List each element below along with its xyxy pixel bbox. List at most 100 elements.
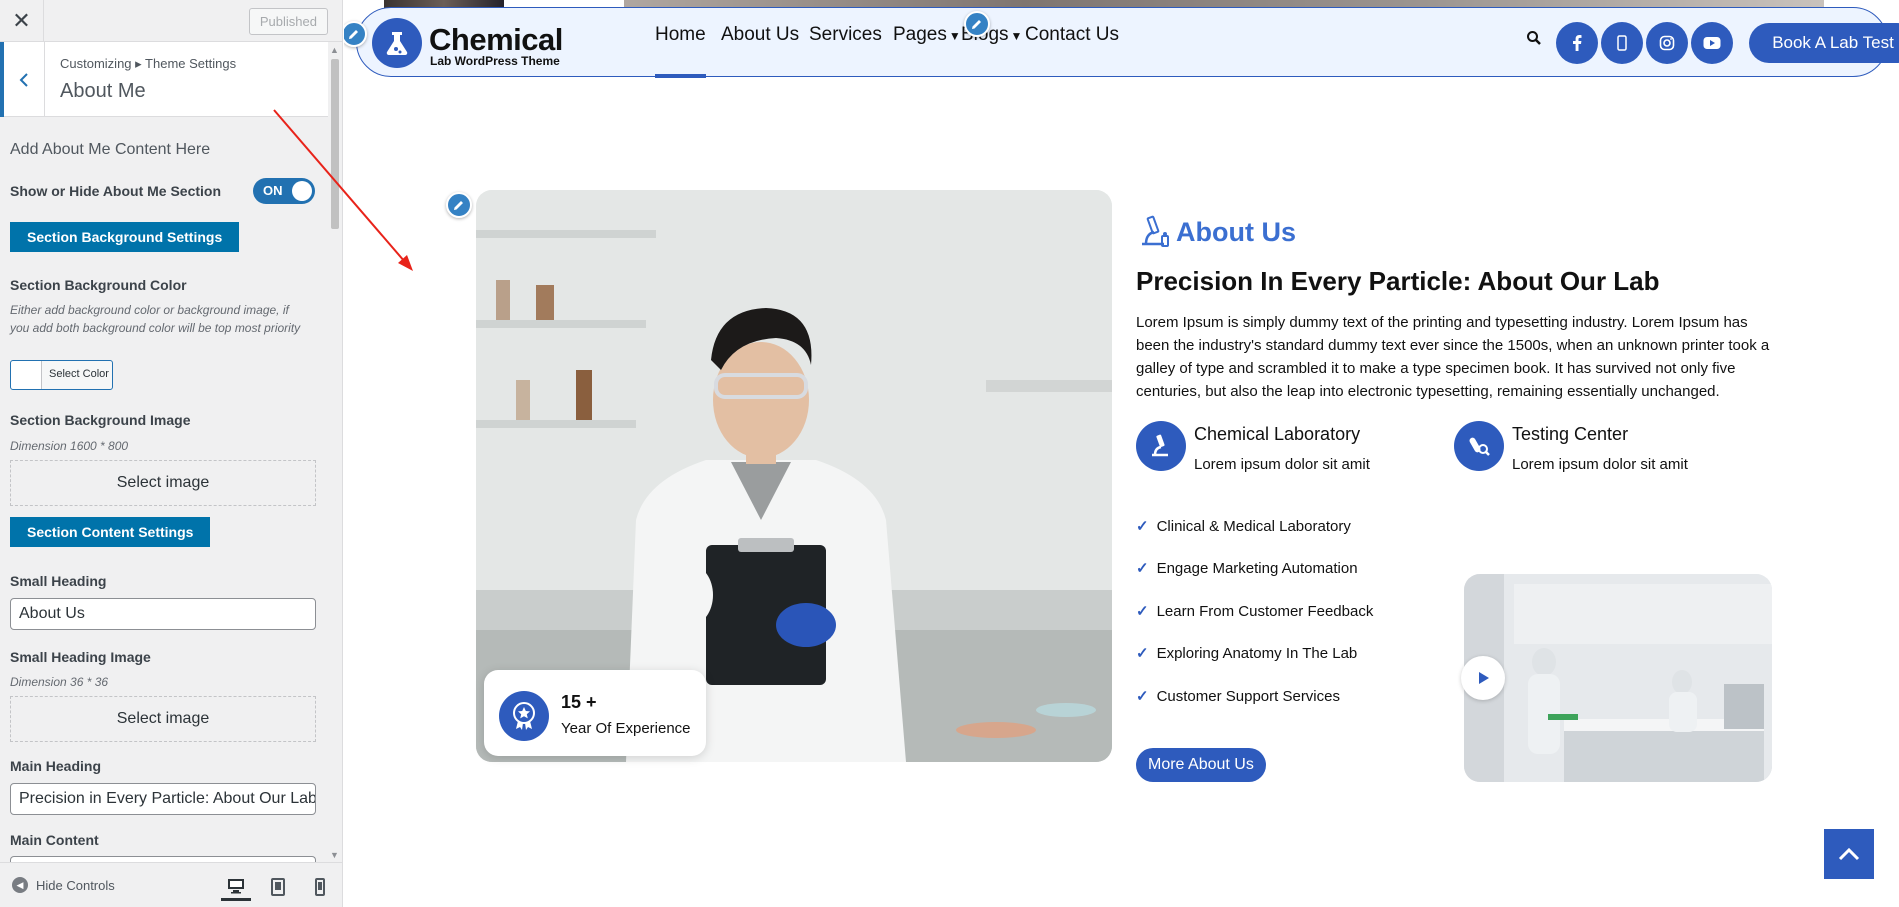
phone-button[interactable]	[1601, 22, 1643, 64]
video-thumbnail[interactable]	[1464, 574, 1772, 782]
chevron-down-icon: ▼	[948, 29, 961, 43]
checklist-text: Customer Support Services	[1156, 687, 1340, 705]
about-small-heading: About Us	[1136, 214, 1296, 250]
play-icon	[1479, 672, 1489, 684]
youtube-icon	[1703, 37, 1721, 49]
sidebar-scrollbar[interactable]: ▲ ▼	[329, 45, 341, 860]
bg-color-label: Section Background Color	[10, 277, 187, 293]
nav-services[interactable]: Services	[809, 8, 882, 78]
small-heading-image-label: Small Heading Image	[10, 649, 151, 665]
bg-settings-button[interactable]: Section Background Settings	[10, 222, 240, 252]
mobile-icon	[1617, 35, 1627, 51]
scrollbar-thumb[interactable]	[331, 59, 339, 229]
nav-services-label: Services	[809, 24, 882, 45]
hide-controls-label: Hide Controls	[36, 877, 115, 893]
feature-title: Chemical Laboratory	[1194, 424, 1361, 444]
instagram-icon	[1659, 35, 1675, 51]
more-about-button[interactable]: More About Us	[1136, 748, 1266, 782]
toggle-knob	[292, 181, 312, 201]
customizer-header: ✕ Published	[0, 0, 342, 42]
hide-controls-button[interactable]: ◀ Hide Controls	[12, 877, 115, 893]
nav-pages[interactable]: Pages ▼	[893, 8, 961, 78]
nav-contact-label: Contact Us	[1025, 24, 1119, 45]
checklist-text: Learn From Customer Feedback	[1156, 602, 1374, 620]
small-heading-text: About Us	[1176, 216, 1296, 247]
main-content-label: Main Content	[10, 832, 99, 848]
checklist-text: Clinical & Medical Laboratory	[1156, 517, 1351, 535]
logo-mark[interactable]	[372, 18, 422, 68]
youtube-button[interactable]	[1691, 22, 1733, 64]
experience-label: Year Of Experience	[561, 720, 691, 737]
content-settings-button[interactable]: Section Content Settings	[10, 517, 211, 547]
show-hide-label: Show or Hide About Me Section	[10, 183, 222, 199]
small-heading-label: Small Heading	[10, 573, 107, 589]
feature-desc: Lorem ipsum dolor sit amit	[1512, 456, 1688, 473]
nav-contact[interactable]: Contact Us	[1025, 8, 1119, 78]
scroll-to-top-button[interactable]	[1824, 829, 1874, 879]
check-icon: ✓	[1136, 603, 1149, 620]
edit-about-shortcut[interactable]	[446, 192, 472, 218]
about-main-heading: Precision In Every Particle: About Our L…	[1136, 266, 1660, 296]
close-icon: ✕	[12, 8, 31, 33]
panel-header: Customizing ▸ Theme Settings About Me	[0, 42, 328, 117]
chevron-up-icon	[1838, 847, 1860, 861]
collapse-icon: ◀	[12, 877, 28, 893]
award-badge	[499, 691, 549, 741]
bg-image-dimension: Dimension 1600 * 800	[10, 439, 129, 453]
scroll-down-icon[interactable]: ▼	[330, 850, 339, 860]
breadcrumb: Customizing ▸ Theme Settings	[60, 56, 237, 71]
checklist-text: Exploring Anatomy In The Lab	[1156, 644, 1358, 662]
logo-tagline: Lab WordPress Theme	[430, 54, 560, 68]
nav-about-label: About Us	[721, 24, 800, 45]
about-paragraph: Lorem Ipsum is simply dummy text of the …	[1136, 314, 1770, 400]
check-icon: ✓	[1136, 518, 1149, 535]
device-desktop-button[interactable]	[221, 873, 251, 901]
back-button[interactable]	[0, 42, 45, 117]
facebook-icon	[1573, 35, 1582, 51]
instagram-button[interactable]	[1646, 22, 1688, 64]
publish-button[interactable]: Published	[248, 8, 328, 35]
experience-number: 15 +	[561, 692, 597, 712]
edit-menu-shortcut[interactable]	[964, 11, 990, 37]
checklist-item: ✓ Engage Marketing Automation	[1136, 559, 1358, 578]
feature-icon-badge	[1454, 421, 1504, 471]
feature-icon-badge	[1136, 421, 1186, 471]
check-icon: ✓	[1136, 645, 1149, 662]
search-icon	[1527, 31, 1541, 45]
chevron-left-icon	[19, 72, 28, 87]
close-customizer-button[interactable]: ✕	[0, 0, 44, 42]
microscope-icon	[1152, 434, 1168, 457]
site-preview: Chemical Lab WordPress Theme Home About …	[344, 0, 1899, 907]
play-video-button[interactable]	[1461, 656, 1505, 700]
device-mobile-button[interactable]	[305, 873, 335, 901]
site-header: Chemical Lab WordPress Theme Home About …	[356, 7, 1899, 78]
checklist-item: ✓ Clinical & Medical Laboratory	[1136, 517, 1351, 536]
bg-image-label: Section Background Image	[10, 412, 191, 428]
flask-icon	[386, 32, 408, 56]
logo-name[interactable]: Chemical	[429, 22, 563, 58]
nav-pages-label: Pages	[893, 24, 947, 45]
scroll-up-icon[interactable]: ▲	[330, 45, 339, 55]
select-color-button[interactable]: Select Color	[10, 360, 113, 390]
checklist-item: ✓ Learn From Customer Feedback	[1136, 602, 1374, 621]
customizer-footer: ◀ Hide Controls	[0, 862, 342, 907]
main-heading-label: Main Heading	[10, 758, 102, 774]
select-bg-image-button[interactable]: Select image	[10, 460, 316, 506]
facebook-button[interactable]	[1556, 22, 1598, 64]
select-heading-image-button[interactable]: Select image	[10, 696, 316, 742]
small-heading-image-dimension: Dimension 36 * 36	[10, 675, 109, 689]
mobile-icon	[315, 878, 325, 896]
main-heading-input[interactable]: Precision in Every Particle: About Our L…	[10, 783, 316, 815]
color-swatch	[11, 361, 42, 389]
device-tablet-button[interactable]	[263, 873, 293, 901]
search-button[interactable]	[1526, 30, 1542, 51]
small-heading-input[interactable]: About Us	[10, 598, 316, 630]
show-section-toggle[interactable]: ON	[253, 178, 315, 204]
book-lab-test-button[interactable]: Book A Lab Test	[1749, 23, 1899, 63]
checklist-item: ✓ Exploring Anatomy In The Lab	[1136, 644, 1358, 663]
nav-home[interactable]: Home	[655, 8, 706, 78]
panel-title: About Me	[60, 80, 146, 102]
feature-desc: Lorem ipsum dolor sit amit	[1194, 456, 1370, 473]
checklist-item: ✓ Customer Support Services	[1136, 687, 1340, 706]
nav-about[interactable]: About Us	[721, 8, 799, 78]
